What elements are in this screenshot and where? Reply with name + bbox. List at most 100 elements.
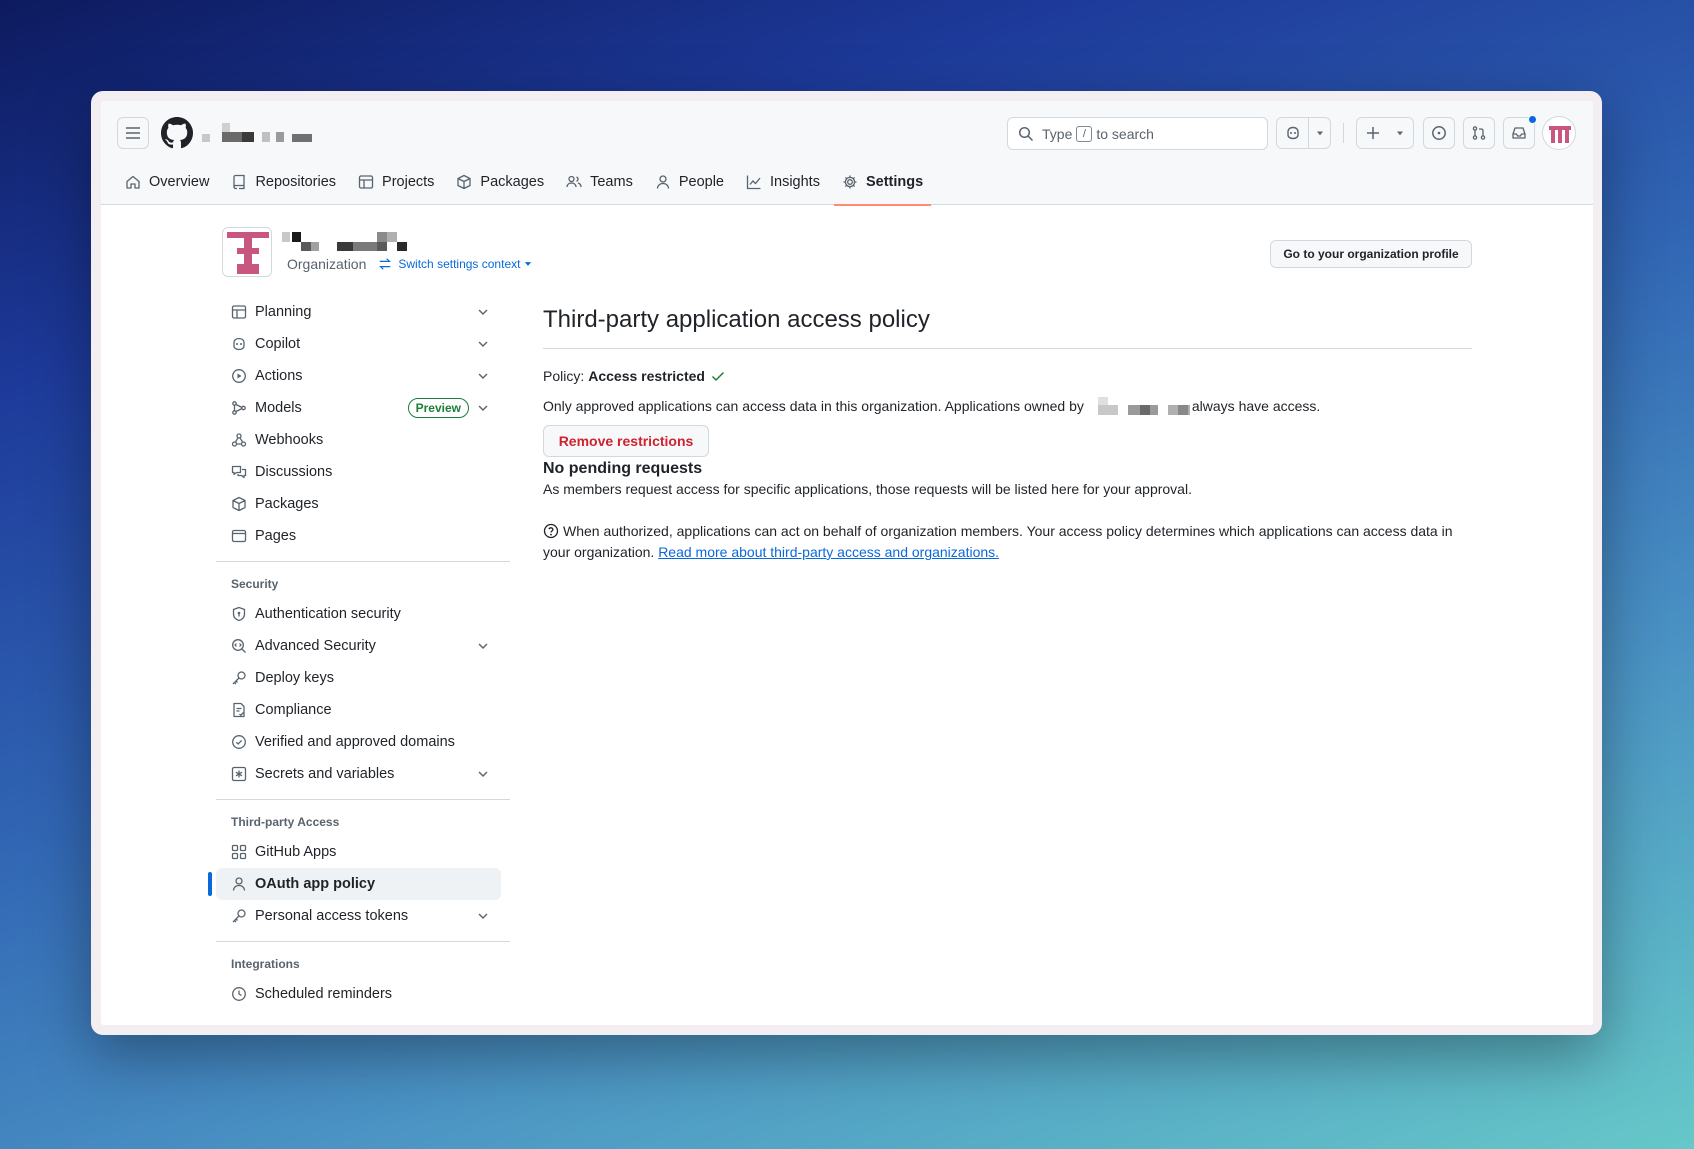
person-icon bbox=[232, 877, 246, 891]
play-icon bbox=[232, 369, 246, 383]
browser-window: Type / to search Overview Repositories P… bbox=[101, 101, 1593, 1025]
sidebar-item-packages[interactable]: Packages bbox=[216, 488, 501, 520]
github-logo-icon[interactable] bbox=[161, 117, 193, 149]
avatar-image-icon bbox=[1549, 126, 1571, 143]
tab-label: Projects bbox=[382, 174, 435, 190]
tab-teams[interactable]: Teams bbox=[558, 159, 641, 205]
sidebar-item-compliance[interactable]: Compliance bbox=[216, 694, 501, 726]
key-asterisk-icon bbox=[231, 766, 247, 782]
sidebar-item-scheduled-reminders[interactable]: Scheduled reminders bbox=[216, 978, 501, 1010]
create-new-button[interactable] bbox=[1356, 117, 1414, 149]
preview-badge: Preview bbox=[407, 398, 469, 418]
sidebar-item-actions[interactable]: Actions bbox=[216, 360, 501, 392]
notification-dot bbox=[1528, 115, 1537, 124]
chevron-down-icon[interactable] bbox=[475, 368, 491, 384]
copilot-icon bbox=[233, 337, 245, 351]
issues-button[interactable] bbox=[1423, 117, 1455, 149]
tab-people[interactable]: People bbox=[647, 159, 732, 205]
read-more-link[interactable]: Read more about third-party access and o… bbox=[658, 544, 999, 560]
home-icon bbox=[126, 175, 140, 189]
global-header: Type / to search Overview Repositories P… bbox=[101, 101, 1593, 206]
sidebar-heading-integrations: Integrations bbox=[231, 957, 300, 971]
chevron-down-icon[interactable] bbox=[475, 336, 491, 352]
copilot-icon bbox=[1286, 126, 1299, 140]
triangle-down-icon bbox=[1316, 131, 1323, 136]
sidebar-item-planning[interactable]: Planning bbox=[216, 296, 501, 328]
chevron-down-icon[interactable] bbox=[475, 638, 491, 654]
sidebar-item-deploy-keys[interactable]: Deploy keys bbox=[216, 662, 501, 694]
sidebar-item-advanced-security[interactable]: Advanced Security bbox=[216, 630, 501, 662]
sidebar-item-label: Scheduled reminders bbox=[255, 986, 393, 1002]
verified-icon bbox=[232, 735, 246, 749]
sidebar-item-models[interactable]: Models Preview bbox=[216, 392, 501, 424]
repo-icon bbox=[233, 174, 246, 190]
pull-requests-button[interactable] bbox=[1463, 117, 1495, 149]
sidebar-item-personal-access-tokens[interactable]: Personal access tokens bbox=[216, 900, 501, 932]
sidebar-item-github-apps[interactable]: GitHub Apps bbox=[216, 836, 501, 868]
sidebar-item-authentication-security[interactable]: Authentication security bbox=[216, 598, 501, 630]
go-to-org-profile-button[interactable]: Go to your organization profile bbox=[1270, 240, 1472, 268]
sidebar-item-label: Copilot bbox=[255, 336, 301, 352]
tab-label: Overview bbox=[149, 174, 210, 190]
sidebar-divider bbox=[216, 561, 510, 562]
tab-overview[interactable]: Overview bbox=[117, 159, 217, 205]
apps-icon bbox=[231, 844, 247, 860]
key-icon bbox=[232, 909, 246, 923]
chevron-down-icon[interactable] bbox=[475, 400, 491, 416]
tab-insights[interactable]: Insights bbox=[738, 159, 828, 205]
pending-requests-description: As members request access for specific a… bbox=[543, 481, 1192, 497]
switch-settings-context-link[interactable]: Switch settings context bbox=[372, 257, 533, 271]
checklist-icon bbox=[233, 702, 245, 718]
tab-projects[interactable]: Projects bbox=[350, 159, 442, 205]
search-input[interactable]: Type / to search bbox=[1007, 117, 1268, 150]
question-icon bbox=[543, 523, 559, 539]
sidebar-item-verified-domains[interactable]: Verified and approved domains bbox=[216, 726, 501, 758]
remove-restrictions-button[interactable]: Remove restrictions bbox=[543, 425, 709, 457]
sidebar-item-label: Compliance bbox=[255, 702, 332, 718]
org-avatar bbox=[222, 227, 272, 277]
shield-lock-icon bbox=[232, 606, 246, 622]
ai-model-icon bbox=[232, 401, 246, 415]
sidebar-item-label: OAuth app policy bbox=[255, 876, 376, 892]
sidebar-item-label: Discussions bbox=[255, 464, 333, 480]
owner-name-redacted bbox=[1097, 397, 1190, 415]
menu-button[interactable] bbox=[117, 117, 149, 149]
sidebar-item-copilot[interactable]: Copilot bbox=[216, 328, 501, 360]
sidebar-item-oauth-app-policy[interactable]: OAuth app policy bbox=[208, 868, 501, 900]
copilot-dropdown[interactable] bbox=[1308, 118, 1330, 148]
table-icon bbox=[231, 305, 247, 319]
copilot-button[interactable] bbox=[1277, 118, 1308, 148]
chevron-down-icon[interactable] bbox=[475, 908, 491, 924]
git-pull-request-icon bbox=[1472, 126, 1486, 140]
sidebar-item-label: Personal access tokens bbox=[255, 908, 409, 924]
issue-opened-icon bbox=[1432, 126, 1446, 140]
sidebar-item-discussions[interactable]: Discussions bbox=[216, 456, 501, 488]
user-avatar[interactable] bbox=[1542, 116, 1576, 150]
sidebar-item-label: Deploy keys bbox=[255, 670, 334, 686]
tab-label: Settings bbox=[865, 174, 924, 190]
main-content: Third-party application access policy Po… bbox=[543, 291, 1472, 563]
sidebar-item-pages[interactable]: Pages bbox=[216, 520, 501, 552]
codescan-icon bbox=[232, 639, 246, 653]
sidebar-item-label: Planning bbox=[255, 304, 312, 320]
sidebar-item-secrets-and-variables[interactable]: Secrets and variables bbox=[216, 758, 501, 790]
chevron-down-icon[interactable] bbox=[475, 766, 491, 782]
check-icon bbox=[711, 371, 725, 382]
tab-settings[interactable]: Settings bbox=[833, 159, 932, 206]
search-icon bbox=[1018, 126, 1034, 141]
sidebar-item-webhooks[interactable]: Webhooks bbox=[216, 424, 501, 456]
tab-label: Packages bbox=[480, 174, 545, 190]
tab-packages[interactable]: Packages bbox=[448, 159, 552, 205]
chevron-down-icon[interactable] bbox=[475, 304, 491, 320]
sidebar-divider bbox=[216, 941, 510, 942]
inbox-icon bbox=[1512, 127, 1526, 139]
sidebar-divider bbox=[216, 799, 510, 800]
create-dropdown bbox=[1389, 118, 1411, 148]
sidebar-item-label: GitHub Apps bbox=[255, 844, 337, 860]
tab-label: People bbox=[678, 174, 724, 190]
person-icon bbox=[656, 175, 669, 189]
sidebar-item-label: Verified and approved domains bbox=[255, 734, 455, 750]
info-note: When authorized, applications can act on… bbox=[543, 521, 1463, 563]
tab-repositories[interactable]: Repositories bbox=[223, 159, 344, 205]
copilot-button-group[interactable] bbox=[1276, 117, 1331, 149]
